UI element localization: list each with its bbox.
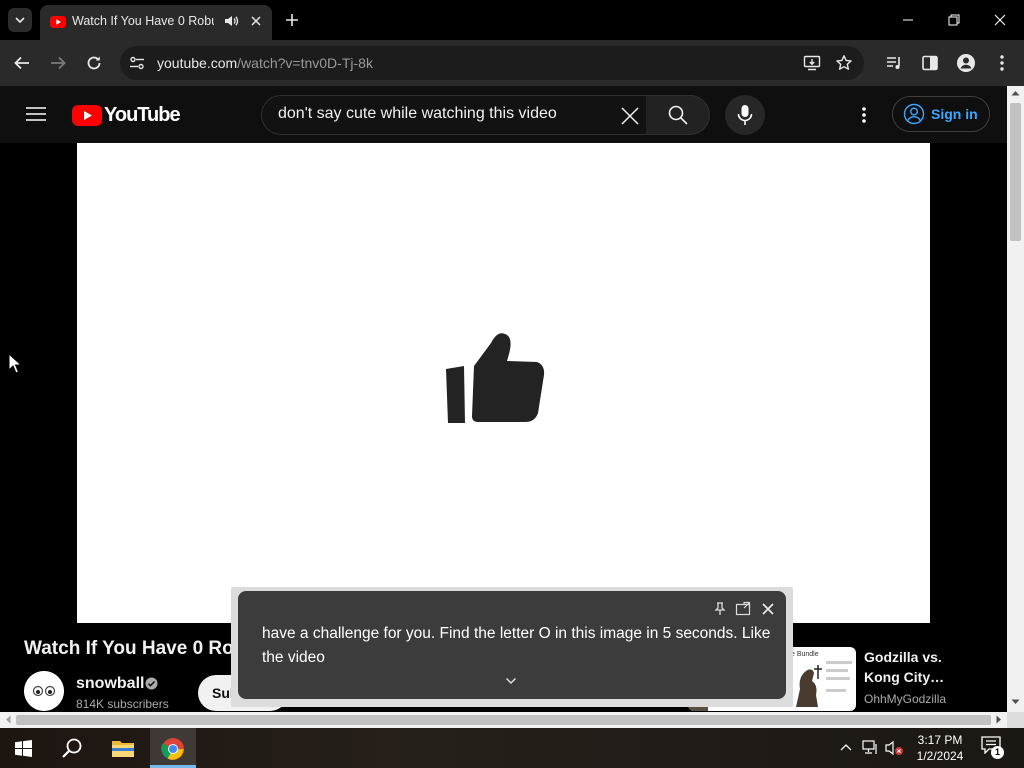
window-close-icon[interactable] bbox=[992, 12, 1008, 28]
recommended-channel[interactable]: OhhMyGodzilla bbox=[864, 692, 946, 706]
video-title: Watch If You Have 0 Ro bbox=[24, 638, 234, 659]
clock[interactable]: 3:17 PM 1/2/2024 bbox=[912, 732, 968, 764]
network-icon[interactable] bbox=[862, 740, 880, 756]
youtube-play-logo-icon bbox=[72, 105, 102, 126]
active-tab[interactable]: Watch If You Have 0 Robux bbox=[40, 5, 272, 40]
microphone-icon bbox=[737, 105, 753, 125]
back-arrow-icon[interactable] bbox=[13, 54, 31, 72]
media-control-icon[interactable] bbox=[885, 54, 903, 72]
account-icon bbox=[903, 103, 925, 125]
godzilla-figure-icon bbox=[796, 665, 822, 707]
avatar-eyes-icon bbox=[24, 671, 64, 711]
audio-playing-icon[interactable] bbox=[223, 13, 239, 29]
hamburger-menu-icon[interactable] bbox=[26, 106, 46, 122]
notification-center-button[interactable]: 1 bbox=[981, 736, 1005, 760]
vertical-scroll-thumb[interactable] bbox=[1010, 103, 1021, 241]
notification-count-badge: 1 bbox=[991, 746, 1004, 759]
caption-close-icon[interactable] bbox=[761, 602, 775, 616]
tab-search-button[interactable] bbox=[8, 8, 32, 32]
new-tab-icon[interactable] bbox=[282, 10, 302, 30]
tab-close-icon[interactable] bbox=[248, 13, 264, 29]
thumbnail-text-line bbox=[826, 661, 852, 664]
scrollbar-corner bbox=[1007, 712, 1024, 728]
live-caption-panel[interactable]: have a challenge for you. Find the lette… bbox=[238, 591, 786, 699]
chevron-down-icon[interactable] bbox=[505, 677, 517, 685]
subscriber-count: 814K subscribers bbox=[76, 697, 169, 711]
channel-avatar[interactable] bbox=[24, 671, 64, 711]
chrome-app-icon[interactable] bbox=[161, 737, 185, 761]
video-player[interactable] bbox=[77, 143, 930, 623]
site-info-icon[interactable] bbox=[128, 54, 146, 72]
reload-icon[interactable] bbox=[85, 54, 103, 72]
youtube-header: YouTube Sign in bbox=[0, 86, 1007, 143]
youtube-favicon-icon bbox=[50, 16, 66, 28]
verified-badge-icon bbox=[145, 677, 158, 690]
url-domain: youtube.com bbox=[157, 55, 238, 71]
settings-more-icon[interactable] bbox=[856, 105, 872, 125]
file-explorer-icon[interactable] bbox=[111, 738, 135, 758]
thumbnail-text-line bbox=[826, 689, 846, 692]
minimize-icon[interactable] bbox=[900, 12, 916, 28]
sign-in-label: Sign in bbox=[931, 106, 978, 122]
clock-time: 3:17 PM bbox=[917, 733, 963, 747]
chevron-down-icon bbox=[15, 17, 25, 23]
youtube-logo[interactable]: YouTube bbox=[72, 104, 181, 127]
tab-strip: Watch If You Have 0 Robux bbox=[0, 0, 1024, 40]
browser-toolbar: youtube.com/watch?v=tnv0D-Tj-8k bbox=[0, 40, 1024, 86]
address-bar[interactable]: youtube.com/watch?v=tnv0D-Tj-8k bbox=[120, 46, 864, 80]
url-text: youtube.com/watch?v=tnv0D-Tj-8k bbox=[157, 55, 373, 71]
mouse-cursor-icon bbox=[8, 353, 22, 374]
recommended-title[interactable]: Godzilla vs. Kong City… bbox=[864, 647, 974, 687]
scroll-up-icon[interactable] bbox=[1011, 90, 1020, 96]
voice-search-button[interactable] bbox=[725, 95, 765, 135]
bookmark-star-icon[interactable] bbox=[835, 54, 853, 72]
youtube-logo-text: YouTube bbox=[104, 104, 181, 126]
channel-name[interactable]: snowball bbox=[76, 675, 144, 693]
search-box[interactable] bbox=[261, 95, 647, 135]
url-path: /watch?v=tnv0D-Tj-8k bbox=[237, 55, 373, 71]
forward-arrow-icon[interactable] bbox=[49, 54, 67, 72]
tab-title: Watch If You Have 0 Robux bbox=[72, 14, 214, 28]
windows-taskbar: 3:17 PM 1/2/2024 1 bbox=[0, 728, 1024, 768]
thumbnail-text-line bbox=[826, 669, 848, 672]
taskbar-search-icon[interactable] bbox=[61, 737, 83, 759]
volume-muted-icon[interactable] bbox=[884, 740, 904, 756]
expand-window-icon[interactable] bbox=[735, 601, 751, 617]
thumbs-up-icon bbox=[446, 333, 545, 423]
profile-icon[interactable] bbox=[956, 53, 976, 73]
search-icon bbox=[668, 105, 688, 125]
scroll-left-icon[interactable] bbox=[5, 715, 11, 724]
windows-start-icon[interactable] bbox=[15, 740, 32, 757]
tray-chevron-up-icon[interactable] bbox=[840, 743, 852, 751]
sign-in-button[interactable]: Sign in bbox=[892, 96, 990, 132]
side-panel-icon[interactable] bbox=[921, 54, 939, 72]
search-input[interactable] bbox=[278, 105, 608, 123]
thumbnail-label: e Bundle bbox=[791, 651, 819, 658]
thumbnail-text-line bbox=[826, 677, 850, 680]
clock-date: 1/2/2024 bbox=[916, 749, 964, 763]
pin-icon[interactable] bbox=[714, 602, 726, 616]
restore-icon[interactable] bbox=[946, 12, 962, 28]
search-button[interactable] bbox=[646, 95, 710, 135]
install-app-icon[interactable] bbox=[803, 54, 821, 72]
clear-search-icon[interactable] bbox=[620, 106, 640, 126]
scroll-right-icon[interactable] bbox=[996, 715, 1002, 724]
horizontal-scroll-thumb[interactable] bbox=[16, 715, 991, 725]
caption-text: have a challenge for you. Find the lette… bbox=[262, 625, 771, 666]
scroll-down-icon[interactable] bbox=[1011, 699, 1020, 705]
menu-more-icon[interactable] bbox=[994, 53, 1010, 73]
